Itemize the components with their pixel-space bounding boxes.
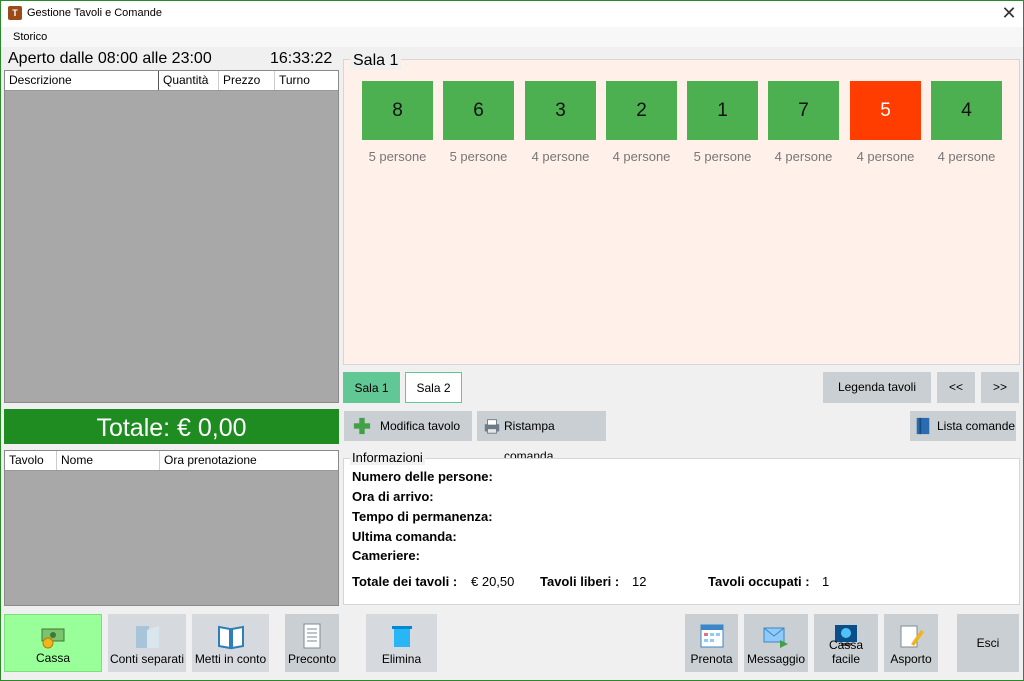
table-persons: 5 persone xyxy=(449,149,508,164)
calendar-icon xyxy=(700,624,723,648)
table-tile[interactable]: 6 xyxy=(443,81,514,140)
split-receipt-icon xyxy=(136,626,159,648)
reservation-grid-header: Tavolo Nome Ora prenotazione xyxy=(5,451,338,471)
receipt-icon xyxy=(303,623,321,649)
table-tile[interactable]: 3 xyxy=(525,81,596,140)
column-descrizione[interactable]: Descrizione xyxy=(5,71,159,90)
occupied-tables-label: Tavoli occupati : xyxy=(708,574,810,589)
tab-sala-2[interactable]: Sala 2 xyxy=(405,372,462,403)
table-persons: 4 persone xyxy=(774,149,833,164)
reserve-label: Prenota xyxy=(690,652,733,666)
column-quantita[interactable]: Quantità xyxy=(159,71,219,90)
trash-icon xyxy=(391,626,412,647)
split-bill-label: Conti separati xyxy=(109,652,185,666)
table-persons: 4 persone xyxy=(612,149,671,164)
free-tables-value: 12 xyxy=(632,574,647,589)
orders-list-button[interactable]: Lista comande xyxy=(910,411,1016,441)
table-persons: 4 persone xyxy=(937,149,996,164)
column-tavolo[interactable]: Tavolo xyxy=(5,451,57,470)
money-icon xyxy=(41,628,65,649)
notepad-pencil-icon xyxy=(900,625,924,648)
printer-icon xyxy=(484,419,500,434)
cash-label: Cassa xyxy=(35,651,70,665)
exit-button[interactable]: Esci xyxy=(957,614,1019,672)
takeaway-label: Asporto xyxy=(890,652,932,666)
table-tile[interactable]: 1 xyxy=(687,81,758,140)
put-on-account-label: Metti in conto xyxy=(194,652,267,666)
legend-button[interactable]: Legenda tavoli xyxy=(823,372,931,403)
window-title: Gestione Tavoli e Comande xyxy=(27,7,162,19)
info-persons-label: Numero delle persone: xyxy=(352,469,493,484)
free-tables-label: Tavoli liberi : xyxy=(540,574,620,589)
occupied-tables-value: 1 xyxy=(822,574,830,589)
table-tile[interactable]: 4 xyxy=(931,81,1002,140)
book-icon xyxy=(916,417,930,435)
open-book-icon xyxy=(217,625,244,650)
cash-button[interactable]: Cassa xyxy=(4,614,102,672)
reprint-order-button[interactable]: Ristampa comanda xyxy=(477,411,606,463)
delete-label: Elimina xyxy=(381,652,422,666)
orders-list-label: Lista comande xyxy=(937,419,1016,433)
info-arrival-label: Ora di arrivo: xyxy=(352,489,434,504)
close-icon[interactable]: ✕ xyxy=(998,3,1020,23)
menu-item-storico[interactable]: Storico xyxy=(13,31,47,43)
exit-label: Esci xyxy=(976,636,1000,650)
column-prezzo[interactable]: Prezzo xyxy=(219,71,275,90)
opening-hours: Aperto dalle 08:00 alle 23:00 xyxy=(8,50,212,67)
info-title: Informazioni xyxy=(350,450,425,465)
put-on-account-button[interactable]: Metti in conto xyxy=(192,614,269,672)
table-persons: 4 persone xyxy=(531,149,590,164)
table-tile[interactable]: 2 xyxy=(606,81,677,140)
pre-bill-button[interactable]: Preconto xyxy=(285,614,339,672)
clock: 16:33:22 xyxy=(270,50,333,67)
next-room-button[interactable]: >> xyxy=(981,372,1019,403)
table-persons: 5 persone xyxy=(368,149,427,164)
column-turno[interactable]: Turno xyxy=(275,71,338,90)
order-grid[interactable]: Descrizione Quantità Prezzo Turno xyxy=(4,70,339,403)
app-icon: T xyxy=(8,6,22,20)
edit-table-label: Modifica tavolo xyxy=(380,419,461,433)
plus-icon xyxy=(353,417,371,435)
split-bill-button[interactable]: Conti separati xyxy=(108,614,186,672)
total-bar: Totale: € 0,00 xyxy=(4,409,339,444)
order-grid-header: Descrizione Quantità Prezzo Turno xyxy=(5,71,338,91)
edit-table-button[interactable]: Modifica tavolo xyxy=(344,411,472,441)
table-persons: 4 persone xyxy=(856,149,915,164)
room-title: Sala 1 xyxy=(350,52,402,70)
info-stay-label: Tempo di permanenza: xyxy=(352,509,493,524)
window-border-left xyxy=(0,27,1,681)
tab-sala-1[interactable]: Sala 1 xyxy=(343,372,400,403)
total-tables-label: Totale dei tavoli : xyxy=(352,574,458,589)
total-tables-value: € 20,50 xyxy=(471,574,515,589)
prev-room-button[interactable]: << xyxy=(937,372,975,403)
info-last-order-label: Ultima comanda: xyxy=(352,529,457,544)
table-tile-occupied[interactable]: 5 xyxy=(850,81,921,140)
reserve-button[interactable]: Prenota xyxy=(685,614,738,672)
envelope-icon xyxy=(763,627,788,648)
table-tile[interactable]: 7 xyxy=(768,81,839,140)
menu-bar xyxy=(0,27,1024,47)
message-button[interactable]: Messaggio xyxy=(744,614,808,672)
column-ora-prenotazione[interactable]: Ora prenotazione xyxy=(160,451,338,470)
delete-button[interactable]: Elimina xyxy=(366,614,437,672)
takeaway-button[interactable]: Asporto xyxy=(884,614,938,672)
easy-cash-label: Cassa facile xyxy=(828,638,863,666)
column-nome[interactable]: Nome xyxy=(57,451,160,470)
reprint-order-label: Ristampa comanda xyxy=(504,419,555,463)
info-waiter-label: Cameriere: xyxy=(352,548,420,563)
reservation-grid[interactable]: Tavolo Nome Ora prenotazione xyxy=(4,450,339,606)
easy-cash-button[interactable]: Cassa facile xyxy=(814,614,878,672)
message-label: Messaggio xyxy=(746,652,806,666)
pre-bill-label: Preconto xyxy=(287,652,337,666)
table-tile[interactable]: 8 xyxy=(362,81,433,140)
table-persons: 5 persone xyxy=(693,149,752,164)
